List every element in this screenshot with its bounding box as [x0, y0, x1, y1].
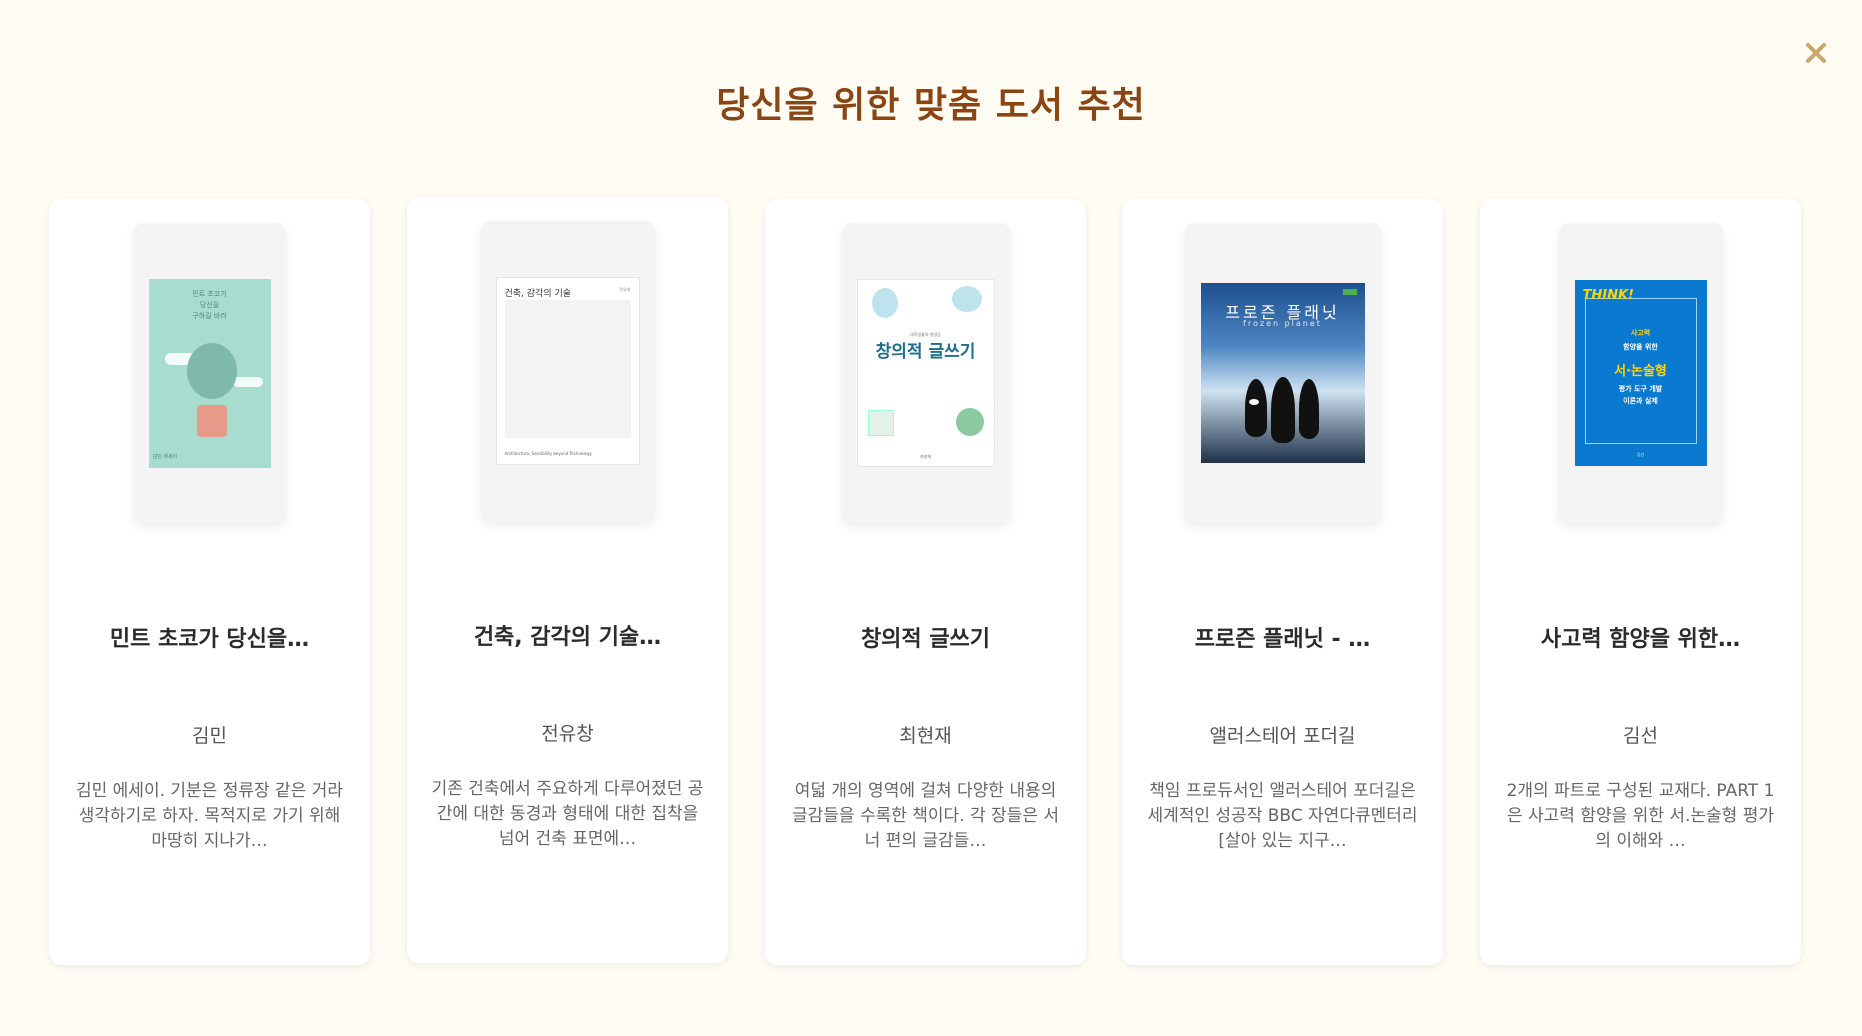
book-title[interactable]: 사고력 함양을 위한… [1490, 621, 1791, 653]
book-cover-frame: 프로즌 플래닛 frozen planet [1184, 223, 1381, 523]
orca-illustration [1270, 377, 1295, 443]
cover-text: 당신을 [199, 300, 220, 309]
cloud-illustration [232, 376, 263, 387]
cover-text: 대학생활의 첫걸음 [910, 332, 941, 337]
book-title[interactable]: 건축, 감각의 기술… [417, 619, 718, 651]
chart-illustration [867, 410, 894, 436]
cover-text: frozen planet [1243, 319, 1322, 328]
book-cover-frame: THINK! 사고력 함양을 위한 서·논술형 평가 도구 개발 이론과 실제 … [1558, 223, 1723, 523]
book-description: 기존 건축에서 주요하게 다루어졌던 공간에 대한 동경과 형태에 대한 집착을… [431, 779, 704, 849]
page-title: 당신을 위한 맞춤 도서 추천 [716, 85, 1146, 126]
book-cover-frame: 대학생활의 첫걸음 창의적 글쓰기 최현재 [841, 223, 1010, 523]
cover-text: 구하길 바라 [192, 311, 227, 320]
book-description: 여덟 개의 영역에 걸쳐 다양한 내용의 글감들을 수록한 책이다. 각 장들은… [791, 781, 1060, 851]
cover-text: 건축, 감각의 기술 [504, 289, 572, 299]
cover-author: 김민 에세이 [152, 453, 178, 460]
cover-text: 창의적 글쓰기 [875, 342, 976, 362]
book-card[interactable]: 대학생활의 첫걸음 창의적 글쓰기 최현재 창의적 글쓰기 최현재 여덟 개의 … [765, 199, 1086, 965]
book-card[interactable]: THINK! 사고력 함양을 위한 서·논술형 평가 도구 개발 이론과 실제 … [1480, 199, 1801, 965]
book-title[interactable]: 프로즌 플래닛 - … [1132, 621, 1433, 653]
book-description: 책임 프로듀서인 앨러스테어 포더길은 세계적인 성공작 BBC 자연다큐멘터리… [1147, 781, 1418, 851]
cover-text: 민트 초코가 [192, 289, 227, 298]
book-author: 최현재 [899, 725, 952, 747]
book-cover[interactable]: 건축, 감각의 기술 전유창 Architecture, Sensibility… [495, 277, 640, 465]
cover-text: 서·논술형 [1614, 364, 1667, 379]
orca-illustration [1244, 379, 1267, 437]
book-author: 앨러스테어 포더길 [1209, 725, 1356, 747]
cover-text: 함양을 위한 [1623, 343, 1658, 351]
close-button[interactable] [1797, 34, 1835, 72]
book-cover[interactable]: THINK! 사고력 함양을 위한 서·논술형 평가 도구 개발 이론과 실제 … [1574, 280, 1707, 466]
cover-text: 이론과 실제 [1623, 397, 1658, 405]
badge-icon [1342, 289, 1357, 295]
book-title[interactable]: 민트 초코가 당신을… [59, 621, 360, 653]
illustration [871, 288, 898, 318]
close-icon [1806, 43, 1826, 63]
book-cover[interactable]: 대학생활의 첫걸음 창의적 글쓰기 최현재 [856, 279, 995, 467]
cover-text: Architecture, Sensibility beyond Technol… [504, 451, 592, 456]
orca-patch [1248, 399, 1259, 405]
book-description: 김민 에세이. 기분은 정류장 같은 거라 생각하기로 하자. 목적지로 가기 … [75, 781, 344, 851]
cover-text: 사고력 [1630, 329, 1651, 337]
book-author: 김선 [1623, 725, 1658, 747]
book-card[interactable]: 민트 초코가 당신을 구하길 바라 김민 에세이 민트 초코가 당신을… 김민 … [49, 199, 370, 965]
basket-illustration [196, 404, 227, 437]
cover-author: 김선 [1636, 452, 1645, 457]
book-author: 전유창 [541, 723, 594, 745]
cover-text: 전유창 [619, 287, 631, 292]
book-card[interactable]: 프로즌 플래닛 frozen planet 프로즌 플래닛 - … 앨러스테어 … [1122, 199, 1443, 965]
cover-text: THINK! [1582, 288, 1634, 303]
cover-text: 평가 도구 개발 [1618, 385, 1663, 393]
tree-illustration [955, 408, 984, 436]
cover-author: 최현재 [919, 454, 932, 459]
cover-image-area [504, 300, 631, 438]
recommendation-modal: 당신을 위한 맞춤 도서 추천 민트 초코가 당신을 구하길 바라 김민 에세이 [0, 0, 1862, 1036]
book-description: 2개의 파트로 구성된 교재다. PART 1은 사고력 함양을 위한 서.논술… [1506, 781, 1775, 851]
book-author: 김민 [192, 725, 227, 747]
book-cover[interactable]: 프로즌 플래닛 frozen planet [1200, 283, 1365, 463]
orca-illustration [1298, 379, 1319, 439]
balloon-illustration [186, 342, 237, 399]
illustration [951, 286, 982, 312]
book-cover-frame: 건축, 감각의 기술 전유창 Architecture, Sensibility… [480, 221, 655, 521]
book-cover[interactable]: 민트 초코가 당신을 구하길 바라 김민 에세이 [148, 278, 271, 468]
book-list: 민트 초코가 당신을 구하길 바라 김민 에세이 민트 초코가 당신을… 김민 … [49, 197, 1803, 967]
book-card[interactable]: 건축, 감각의 기술 전유창 Architecture, Sensibility… [407, 197, 728, 963]
book-title[interactable]: 창의적 글쓰기 [775, 621, 1076, 653]
book-cover-frame: 민트 초코가 당신을 구하길 바라 김민 에세이 [133, 223, 286, 523]
